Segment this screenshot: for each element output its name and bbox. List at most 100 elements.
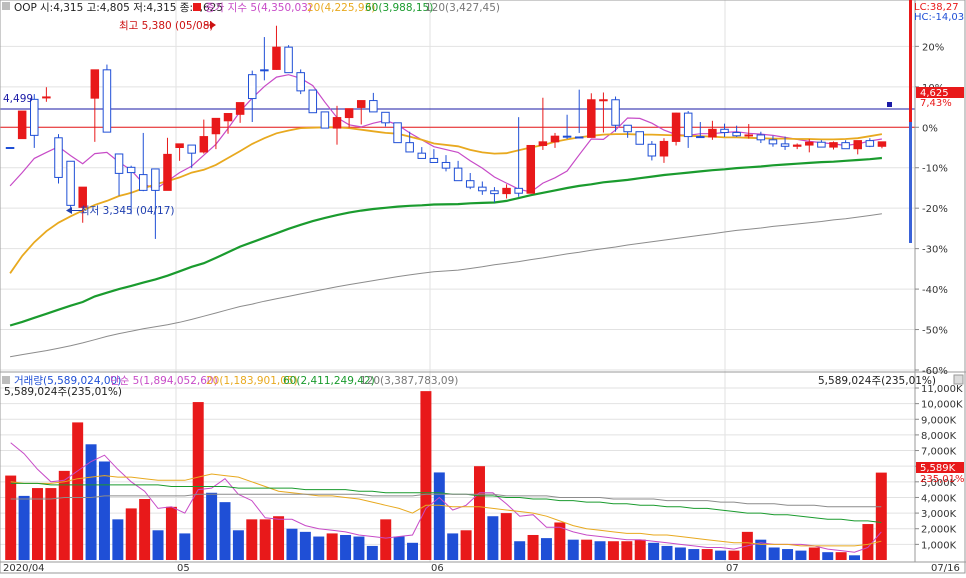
volume-bar[interactable] bbox=[715, 550, 727, 560]
volume-bar[interactable] bbox=[165, 506, 177, 560]
volume-bar[interactable] bbox=[313, 536, 325, 560]
candle[interactable] bbox=[393, 122, 402, 144]
candle-body bbox=[587, 99, 596, 138]
volume-bar[interactable] bbox=[661, 545, 673, 560]
volume-bar[interactable] bbox=[514, 541, 526, 560]
chart-canvas[interactable]: OOP 시:4,315 고:4,805 저:4,315 종:4,625 종가 지… bbox=[0, 0, 966, 574]
volume-bar[interactable] bbox=[72, 422, 84, 560]
volume-bar[interactable] bbox=[246, 519, 258, 560]
volume-bar[interactable] bbox=[5, 475, 17, 560]
volume-bar[interactable] bbox=[366, 545, 378, 560]
candle-body bbox=[102, 69, 112, 133]
candle[interactable] bbox=[296, 69, 305, 95]
volume-bar[interactable] bbox=[460, 530, 472, 560]
candle[interactable] bbox=[102, 64, 112, 133]
volume-bar[interactable] bbox=[621, 541, 633, 560]
volume-bar[interactable] bbox=[567, 539, 579, 560]
volume-bar[interactable] bbox=[259, 519, 271, 560]
volume-tick-label: 4,000K bbox=[921, 493, 957, 504]
volume-bar[interactable] bbox=[808, 547, 820, 560]
candle[interactable] bbox=[635, 131, 645, 145]
candle[interactable] bbox=[54, 134, 63, 184]
candle[interactable] bbox=[5, 147, 15, 149]
candle-body bbox=[780, 143, 790, 147]
volume-bar[interactable] bbox=[393, 536, 405, 560]
legend-code: OOP bbox=[14, 2, 37, 14]
candle[interactable] bbox=[320, 111, 330, 129]
volume-bar[interactable] bbox=[634, 539, 646, 560]
volume-bar[interactable] bbox=[353, 536, 365, 560]
volume-bar[interactable] bbox=[58, 470, 70, 560]
x-label-apr: 2020/04 bbox=[3, 563, 45, 574]
volume-bar[interactable] bbox=[581, 539, 593, 560]
candle[interactable] bbox=[671, 112, 681, 146]
volume-bar[interactable] bbox=[875, 472, 887, 560]
candle[interactable] bbox=[308, 89, 318, 114]
candle[interactable] bbox=[284, 45, 293, 74]
candle-body bbox=[599, 99, 608, 102]
volume-bar[interactable] bbox=[728, 550, 740, 560]
candle-body bbox=[453, 167, 463, 182]
volume-bar[interactable] bbox=[674, 547, 686, 560]
candle-body bbox=[405, 142, 414, 153]
volume-bar[interactable] bbox=[340, 534, 352, 560]
volume-bar[interactable] bbox=[125, 508, 137, 560]
volume-bar[interactable] bbox=[433, 472, 445, 560]
volume-bar[interactable] bbox=[192, 402, 204, 560]
x-label-jun: 06 bbox=[431, 563, 444, 574]
volume-bar[interactable] bbox=[835, 552, 847, 560]
volume-legend-handle-icon[interactable] bbox=[2, 376, 10, 384]
volume-bar[interactable] bbox=[822, 552, 834, 560]
volume-bar[interactable] bbox=[139, 499, 151, 560]
volume-tick-label: 3,000K bbox=[921, 509, 957, 520]
volume-bar[interactable] bbox=[527, 534, 539, 560]
candle-body bbox=[272, 46, 281, 70]
x-label-jul: 07 bbox=[726, 563, 739, 574]
volume-bar[interactable] bbox=[795, 550, 807, 560]
candle[interactable] bbox=[17, 110, 27, 140]
volume-bar[interactable] bbox=[326, 533, 338, 560]
volume-bar[interactable] bbox=[500, 513, 512, 560]
volume-bar[interactable] bbox=[286, 528, 298, 560]
volume-bar[interactable] bbox=[782, 549, 794, 560]
range-bar-up bbox=[909, 0, 912, 122]
volume-bar[interactable] bbox=[407, 542, 419, 560]
volume-bar[interactable] bbox=[179, 533, 191, 560]
volume-bar[interactable] bbox=[473, 466, 485, 560]
volume-bar[interactable] bbox=[206, 492, 218, 560]
volume-bar[interactable] bbox=[273, 516, 285, 560]
candle-body bbox=[514, 187, 523, 194]
candle[interactable] bbox=[526, 144, 536, 194]
volume-bar[interactable] bbox=[380, 519, 392, 560]
volume-bar[interactable] bbox=[18, 495, 30, 560]
candle-body bbox=[42, 96, 51, 99]
volume-bar[interactable] bbox=[540, 538, 552, 560]
volume-bar[interactable] bbox=[299, 531, 311, 560]
volume-bar[interactable] bbox=[688, 549, 700, 560]
volume-bar[interactable] bbox=[607, 541, 619, 560]
volume-bar[interactable] bbox=[219, 502, 231, 560]
candle-body bbox=[356, 100, 366, 108]
volume-bar[interactable] bbox=[112, 519, 124, 560]
volume-bar[interactable] bbox=[447, 533, 459, 560]
volume-bar[interactable] bbox=[768, 547, 780, 560]
candle[interactable] bbox=[66, 160, 75, 210]
volume-bar[interactable] bbox=[648, 542, 660, 560]
last-volume-pct: 235,01% bbox=[920, 474, 965, 485]
candle[interactable] bbox=[587, 93, 596, 138]
candle-body bbox=[199, 136, 209, 153]
panel-menu-icon[interactable] bbox=[953, 374, 964, 385]
volume-bar[interactable] bbox=[232, 530, 244, 560]
volume-bar[interactable] bbox=[701, 549, 713, 560]
volume-bar[interactable] bbox=[152, 530, 164, 560]
volume-tick-label: 10,000K bbox=[921, 400, 963, 411]
volume-bar[interactable] bbox=[420, 391, 432, 560]
legend-handle-icon[interactable] bbox=[2, 2, 10, 10]
candle-body bbox=[90, 69, 100, 99]
candle-body bbox=[320, 111, 330, 129]
volume-bar[interactable] bbox=[594, 541, 606, 560]
candle-body bbox=[744, 134, 753, 137]
volume-bar[interactable] bbox=[849, 555, 861, 560]
volume-bar[interactable] bbox=[487, 516, 499, 560]
volume-bar[interactable] bbox=[862, 524, 874, 560]
